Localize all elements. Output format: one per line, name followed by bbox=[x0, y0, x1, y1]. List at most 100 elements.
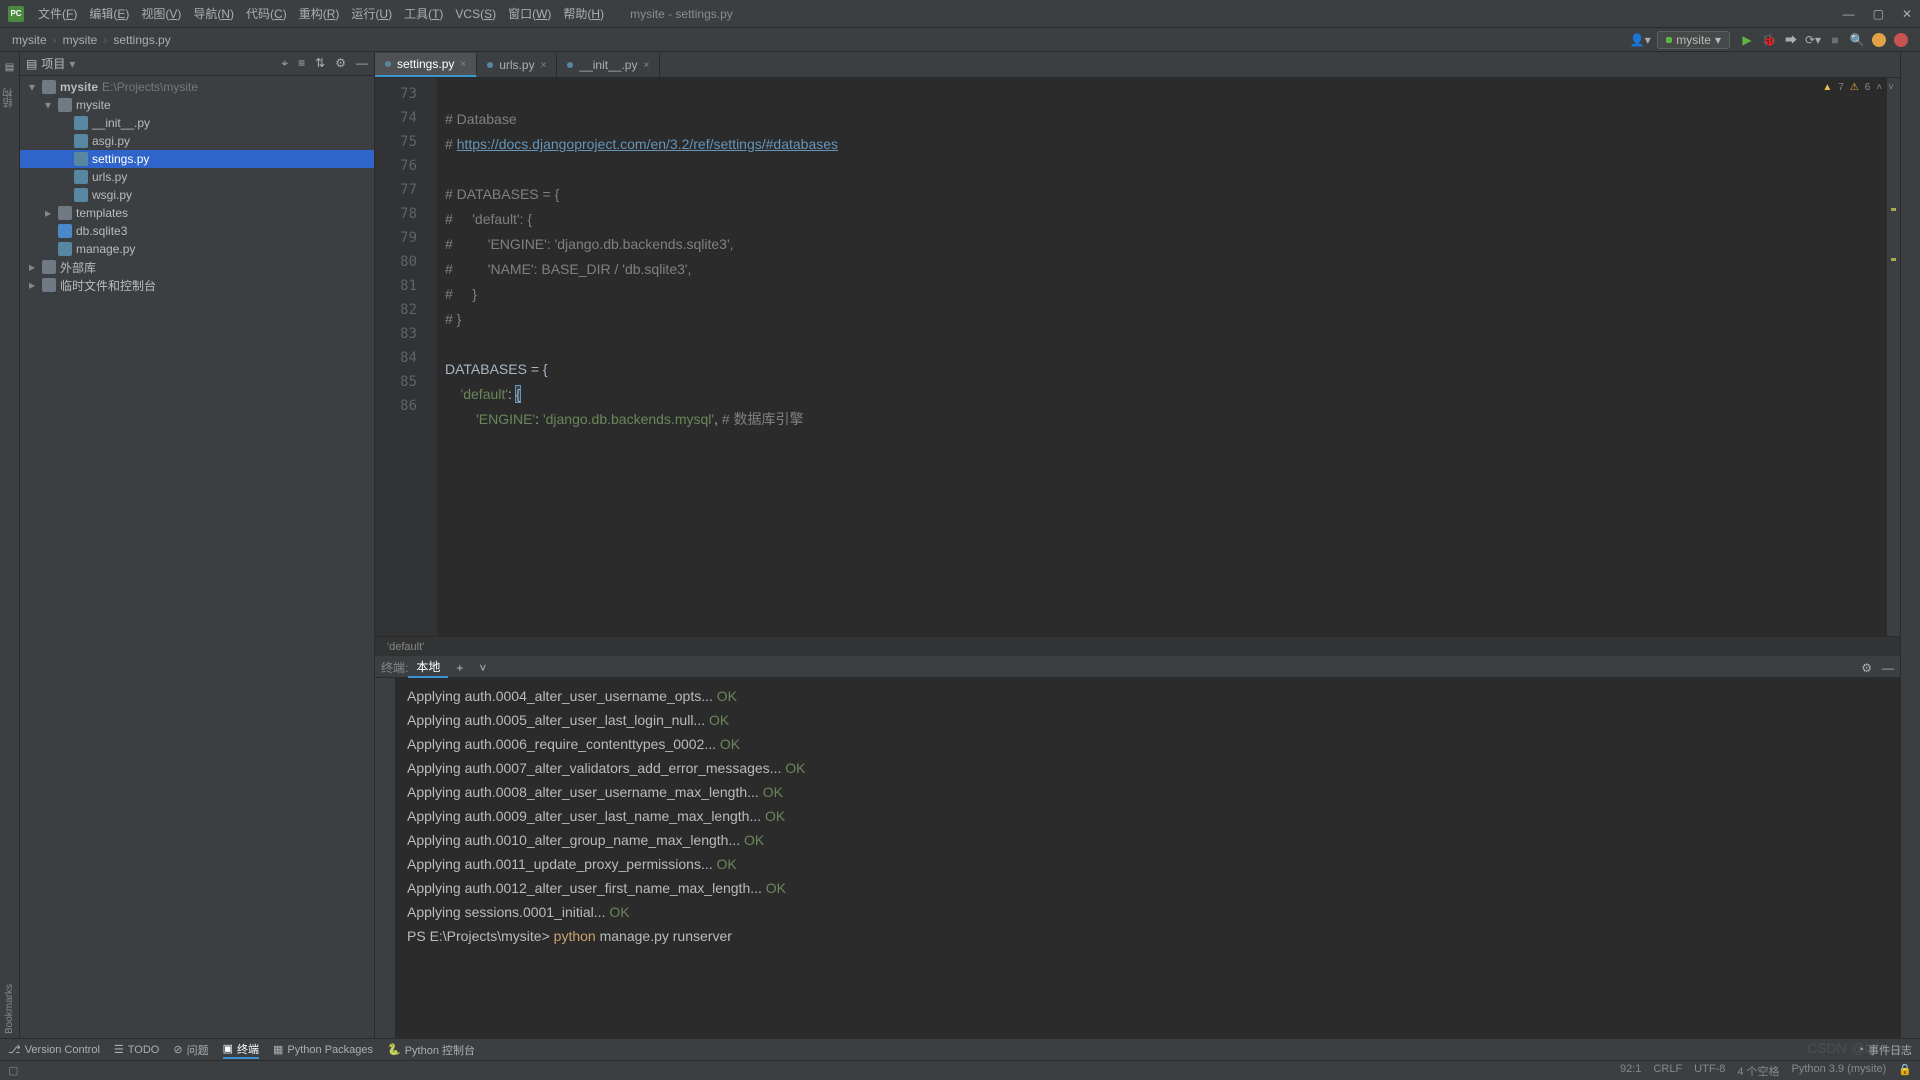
menu-item[interactable]: 运行(U) bbox=[345, 7, 398, 21]
project-tree[interactable]: mysiteE:\Projects\mysitemysite__init__.p… bbox=[20, 76, 374, 1038]
bottom-tool[interactable]: 🐍Python 控制台 bbox=[387, 1042, 475, 1058]
file-encoding[interactable]: UTF-8 bbox=[1694, 1063, 1725, 1079]
menu-item[interactable]: 工具(T) bbox=[398, 7, 449, 21]
menu-item[interactable]: 重构(R) bbox=[293, 7, 346, 21]
editor-tab[interactable]: settings.py× bbox=[375, 53, 477, 77]
maximize-icon[interactable]: ▢ bbox=[1873, 7, 1884, 21]
fold-gutter bbox=[425, 78, 437, 636]
terminal-new-tab[interactable]: + bbox=[448, 658, 471, 678]
window-title: mysite - settings.py bbox=[610, 7, 1843, 21]
editor-tab[interactable]: urls.py× bbox=[477, 53, 557, 77]
structure-label[interactable]: 结构 bbox=[2, 84, 17, 112]
project-tool-icon[interactable]: ▤ bbox=[0, 56, 21, 78]
tree-row[interactable]: urls.py bbox=[20, 168, 374, 186]
terminal-tab-local[interactable]: 本地 bbox=[408, 658, 448, 678]
editor-tab[interactable]: __init__.py× bbox=[557, 53, 660, 77]
hide-icon[interactable]: — bbox=[356, 56, 368, 71]
tree-row[interactable]: db.sqlite3 bbox=[20, 222, 374, 240]
editor-breadcrumb[interactable]: 'default' bbox=[375, 636, 1900, 656]
tree-row[interactable]: wsgi.py bbox=[20, 186, 374, 204]
breadcrumb-file[interactable]: settings.py bbox=[109, 33, 174, 47]
menu-item[interactable]: 代码(C) bbox=[240, 7, 293, 21]
python-interpreter[interactable]: Python 3.9 (mysite) bbox=[1792, 1063, 1887, 1079]
chevron-down-icon[interactable]: ▾ bbox=[69, 57, 75, 71]
run-config-selector[interactable]: mysite ▾ bbox=[1657, 31, 1730, 49]
tree-row[interactable]: 临时文件和控制台 bbox=[20, 276, 374, 294]
weak-warning-count: 6 bbox=[1865, 82, 1871, 93]
attach-icon[interactable]: ⟳▾ bbox=[1802, 29, 1824, 51]
editor-scrollbar[interactable] bbox=[1886, 78, 1900, 636]
sync-icon[interactable] bbox=[1890, 29, 1912, 51]
bottom-tool[interactable]: ☰TODO bbox=[114, 1043, 159, 1056]
terminal-panel: 终端: 本地 + ˅ ⚙ — Applying auth.0004_alter_… bbox=[375, 656, 1900, 1038]
menu-item[interactable]: 导航(N) bbox=[187, 7, 240, 21]
terminal-title: 终端: bbox=[381, 659, 408, 676]
editor-breadcrumb-text: 'default' bbox=[387, 641, 424, 653]
chevron-right-icon: › bbox=[51, 33, 59, 47]
bottom-tool[interactable]: ▦Python Packages bbox=[273, 1043, 373, 1056]
menu-item[interactable]: 编辑(E) bbox=[83, 7, 135, 21]
expand-icon[interactable]: ≡ bbox=[298, 56, 305, 71]
warning-count: 7 bbox=[1838, 82, 1844, 93]
main-area: ▤ 结构 Bookmarks ▤ 项目 ▾ ⌖ ≡ ⇅ ⚙ — mysiteE:… bbox=[0, 52, 1920, 1038]
warning-icon: ▲ bbox=[1822, 82, 1832, 93]
tree-row[interactable]: mysiteE:\Projects\mysite bbox=[20, 78, 374, 96]
bottom-tool[interactable]: ⊘问题 bbox=[173, 1042, 208, 1058]
menu-item[interactable]: 视图(V) bbox=[135, 7, 187, 21]
chevron-right-icon: › bbox=[101, 33, 109, 47]
run-more-icon[interactable]: ⮕ bbox=[1780, 29, 1802, 51]
lock-icon[interactable]: 🔒 bbox=[1898, 1063, 1912, 1079]
user-icon[interactable]: 👤▾ bbox=[1629, 29, 1651, 51]
gear-icon[interactable]: ⚙ bbox=[335, 56, 346, 71]
status-bar: ▢ 92:1 CRLF UTF-8 4 个空格 Python 3.9 (mysi… bbox=[0, 1060, 1920, 1080]
django-icon bbox=[1666, 37, 1672, 43]
debug-button[interactable]: 🐞 bbox=[1758, 29, 1780, 51]
breadcrumb-folder[interactable]: mysite bbox=[59, 33, 102, 47]
bottom-tool[interactable]: ⎇Version Control bbox=[8, 1043, 100, 1056]
tree-row[interactable]: mysite bbox=[20, 96, 374, 114]
navigation-bar: mysite › mysite › settings.py 👤▾ mysite … bbox=[0, 28, 1920, 52]
avatar-icon[interactable] bbox=[1868, 29, 1890, 51]
right-gutter bbox=[1900, 52, 1920, 1038]
chevron-down-icon: ▾ bbox=[1715, 33, 1721, 47]
caret-position[interactable]: 92:1 bbox=[1620, 1063, 1641, 1079]
status-icon[interactable]: ▢ bbox=[8, 1064, 18, 1077]
breadcrumb-root[interactable]: mysite bbox=[8, 33, 51, 47]
run-button[interactable]: ▶ bbox=[1736, 29, 1758, 51]
indent-info[interactable]: 4 个空格 bbox=[1737, 1063, 1779, 1079]
tree-row[interactable]: asgi.py bbox=[20, 132, 374, 150]
terminal-dropdown[interactable]: ˅ bbox=[471, 658, 494, 678]
menu-item[interactable]: 窗口(W) bbox=[502, 7, 557, 21]
app-logo-icon: PC bbox=[8, 6, 24, 22]
close-icon[interactable]: ✕ bbox=[1902, 7, 1912, 21]
terminal-output[interactable]: Applying auth.0004_alter_user_username_o… bbox=[395, 678, 1900, 1038]
chevron-up-icon[interactable]: ˄ bbox=[1876, 82, 1882, 93]
event-log[interactable]: ◔事件日志 bbox=[1857, 1042, 1912, 1058]
line-separator[interactable]: CRLF bbox=[1653, 1063, 1682, 1079]
tree-row[interactable]: settings.py bbox=[20, 150, 374, 168]
run-config-label: mysite bbox=[1676, 33, 1711, 47]
gear-icon[interactable]: ⚙ bbox=[1861, 661, 1872, 675]
code-editor[interactable]: 73 74 75 76 77 78 79 80 81 82 83 84 85 8… bbox=[375, 78, 1900, 636]
bookmarks-label[interactable]: Bookmarks bbox=[4, 980, 15, 1038]
menu-item[interactable]: 帮助(H) bbox=[557, 7, 610, 21]
bottom-tool[interactable]: ▣终端 bbox=[223, 1041, 259, 1059]
hide-icon[interactable]: — bbox=[1882, 661, 1894, 675]
search-icon[interactable]: 🔍 bbox=[1846, 29, 1868, 51]
collapse-icon[interactable]: ⇅ bbox=[315, 56, 325, 71]
stop-icon[interactable]: ■ bbox=[1824, 29, 1846, 51]
menu-item[interactable]: 文件(F) bbox=[32, 7, 83, 21]
locate-icon[interactable]: ⌖ bbox=[281, 56, 288, 71]
minimize-icon[interactable]: — bbox=[1843, 7, 1855, 21]
tree-row[interactable]: manage.py bbox=[20, 240, 374, 258]
tree-row[interactable]: 外部库 bbox=[20, 258, 374, 276]
close-icon[interactable]: × bbox=[643, 60, 649, 71]
folder-icon: ▤ bbox=[26, 57, 37, 71]
close-icon[interactable]: × bbox=[460, 59, 466, 70]
inspection-widget[interactable]: ▲7 ⚠6 ˄ ˅ bbox=[1822, 82, 1894, 93]
chevron-down-icon[interactable]: ˅ bbox=[1888, 82, 1894, 93]
close-icon[interactable]: × bbox=[541, 60, 547, 71]
tree-row[interactable]: __init__.py bbox=[20, 114, 374, 132]
tree-row[interactable]: templates bbox=[20, 204, 374, 222]
menu-item[interactable]: VCS(S) bbox=[449, 7, 502, 21]
